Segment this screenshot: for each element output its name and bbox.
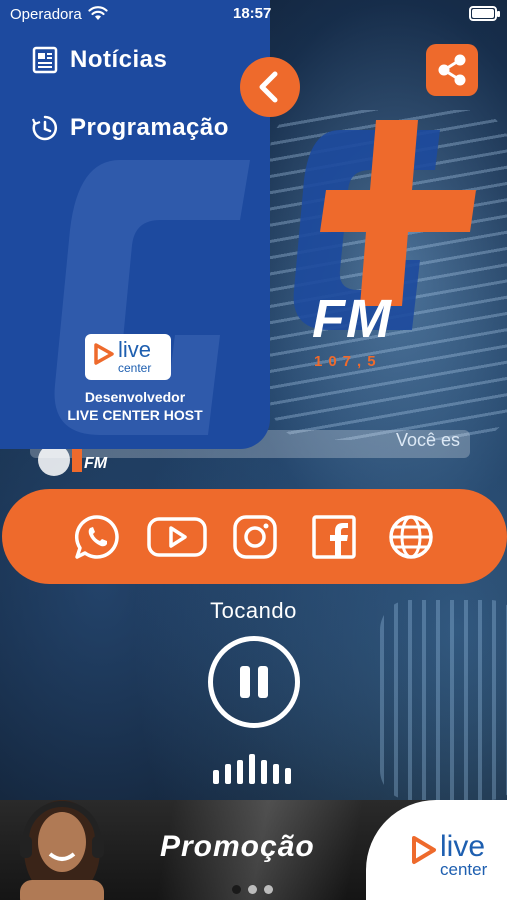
developer-logo-center: center bbox=[118, 361, 152, 375]
share-icon bbox=[438, 54, 466, 86]
player-status: Tocando bbox=[210, 598, 297, 623]
social-bar bbox=[2, 489, 507, 584]
promo-label: Promoção bbox=[160, 830, 315, 863]
banner-page-indicator bbox=[232, 884, 276, 896]
status-bar: Operadora 18:57 bbox=[0, 0, 507, 30]
station-frequency: 107,5 bbox=[314, 353, 382, 370]
ticker-text: Você es bbox=[396, 430, 461, 450]
battery-icon bbox=[469, 6, 500, 21]
side-drawer: Notícias Programação live center Desenvo… bbox=[0, 0, 270, 449]
equalizer-icon bbox=[213, 752, 297, 784]
pause-button[interactable] bbox=[208, 636, 300, 728]
menu-item-label: Notícias bbox=[70, 46, 168, 73]
chevron-left-icon bbox=[259, 71, 278, 103]
menu-item-programacao[interactable]: Programação bbox=[32, 111, 229, 145]
youtube-icon[interactable] bbox=[147, 514, 207, 560]
carrier-label: Operadora bbox=[10, 6, 82, 23]
clock-icon bbox=[32, 115, 58, 141]
whatsapp-icon[interactable] bbox=[74, 514, 120, 560]
close-drawer-button[interactable] bbox=[240, 57, 300, 117]
developer-title: Desenvolvedor bbox=[84, 389, 186, 405]
banner-logo-live: live bbox=[440, 830, 486, 863]
share-button[interactable] bbox=[426, 44, 478, 96]
svg-text:FM: FM bbox=[84, 455, 108, 472]
live-center-play-icon bbox=[412, 836, 436, 864]
microphone-body bbox=[380, 600, 507, 800]
pause-icon bbox=[240, 666, 250, 698]
facebook-icon[interactable] bbox=[311, 514, 357, 560]
station-name: FM bbox=[312, 289, 392, 349]
menu-item-label: Programação bbox=[70, 114, 229, 141]
menu-item-noticias[interactable]: Notícias bbox=[32, 43, 167, 77]
clock: 18:57 bbox=[233, 5, 272, 22]
promo-person-image bbox=[20, 800, 104, 900]
developer-name: LIVE CENTER HOST bbox=[67, 407, 203, 423]
developer-logo-live: live bbox=[118, 337, 152, 362]
wifi-icon bbox=[88, 6, 108, 20]
developer-logo-play-icon bbox=[94, 343, 114, 365]
globe-icon[interactable] bbox=[388, 514, 434, 560]
newspaper-icon bbox=[32, 46, 58, 74]
instagram-icon[interactable] bbox=[232, 514, 278, 560]
banner-logo-center: center bbox=[440, 860, 488, 879]
